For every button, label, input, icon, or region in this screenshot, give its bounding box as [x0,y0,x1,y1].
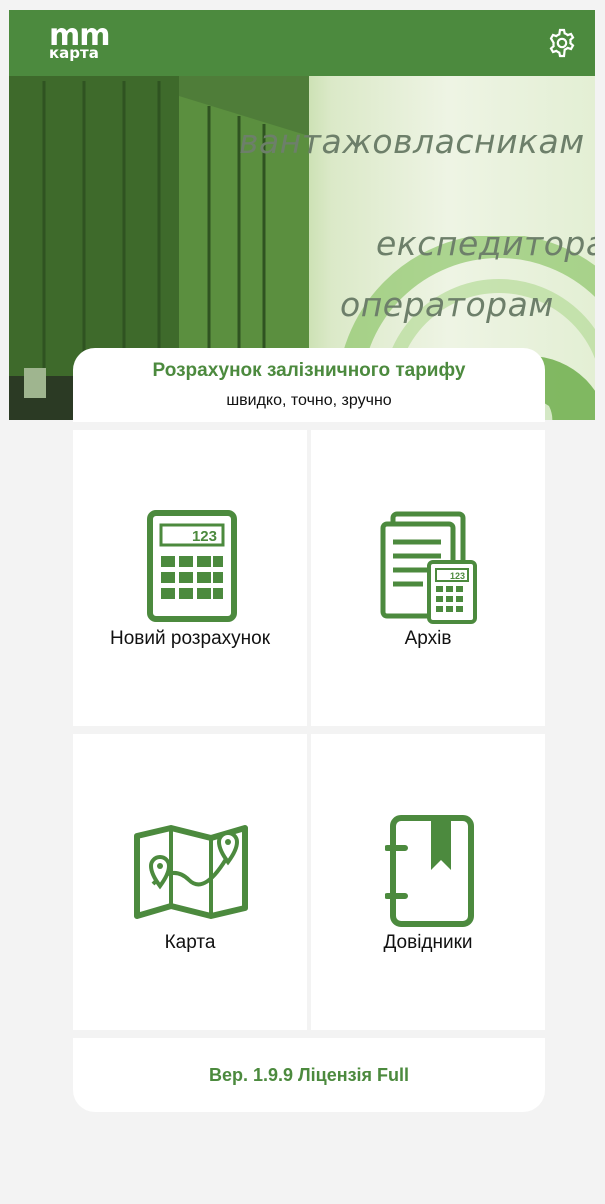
directories-tile[interactable]: Довідники [311,734,545,1030]
map-icon [134,825,248,919]
archive-tile[interactable]: 123 Архів [311,430,545,726]
archive-label: Архів [404,628,452,649]
intro-subtitle: швидко, точно, зручно [226,392,392,409]
new-calculation-label: Новий розрахунок [109,628,271,649]
map-tile[interactable]: Карта [73,734,307,1030]
gear-icon [549,28,575,58]
banner-line-2: експедиторам [376,224,595,263]
directory-icon [385,815,474,927]
directories-label: Довідники [383,932,473,953]
archive-calc-display: 123 [450,571,465,581]
app-logo: mm карта [49,21,129,64]
version-label: Вер. 1.9.9 Ліцензія Full [208,1065,410,1085]
new-calculation-tile[interactable]: 123 Новий розрахунок [73,430,307,726]
top-app-bar: mm карта [9,10,595,76]
banner-line-1: вантажовласникам [239,122,585,161]
calculator-display: 123 [192,528,217,545]
intro-card: Розрахунок залізничного тарифу швидко, т… [73,348,545,422]
archive-icon: 123 [380,511,477,624]
banner-line-3: операторам [340,285,554,324]
map-label: Карта [164,932,216,953]
intro-title: Розрахунок залізничного тарифу [152,360,466,381]
settings-button[interactable] [547,28,577,58]
version-footer: Вер. 1.9.9 Ліцензія Full [73,1038,545,1112]
calculator-icon: 123 [147,510,237,622]
logo-karta: карта [49,44,99,62]
